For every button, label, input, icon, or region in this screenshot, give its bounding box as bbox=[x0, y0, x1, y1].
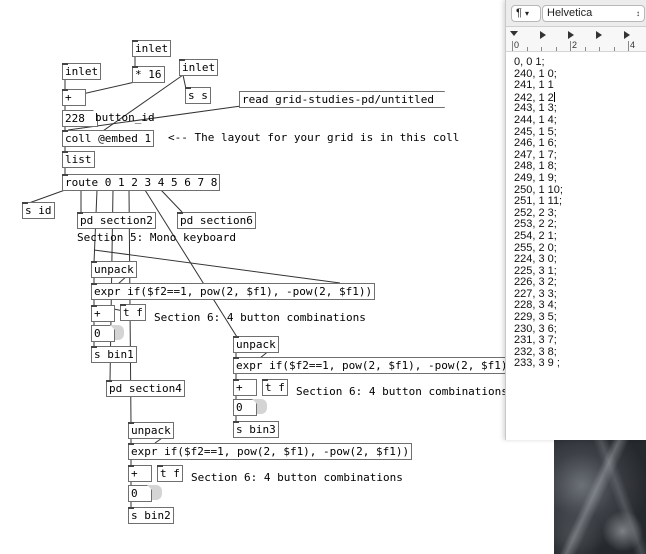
ruler-tick bbox=[512, 41, 513, 51]
unpack-object[interactable]: unpack bbox=[128, 422, 174, 439]
format-toolbar: ¶ ▾ Helvetica ↕ bbox=[506, 0, 646, 27]
route-object[interactable]: route 0 1 2 3 4 5 6 7 8 bbox=[62, 174, 221, 191]
text-document-body[interactable]: 0, 0 1; 240, 1 0; 241, 1 1 242, 1 2 243, 1 3… bbox=[514, 56, 563, 370]
inlet-object[interactable]: inlet bbox=[179, 59, 219, 76]
ruler-tick bbox=[541, 47, 542, 51]
text-line[interactable]: 233, 3 9 ; bbox=[514, 358, 563, 370]
ruler-tick bbox=[599, 47, 600, 51]
read-message[interactable]: read grid-studies-pd/untitled bbox=[239, 91, 445, 108]
unpack-object[interactable]: unpack bbox=[233, 336, 279, 353]
trigger-float-object[interactable]: t f bbox=[262, 379, 288, 396]
expr-object[interactable]: expr if($f2==1, pow(2, $f1), -pow(2, $f1… bbox=[233, 357, 518, 374]
pd-section2-object[interactable]: pd section2 bbox=[77, 212, 156, 229]
section6-comment: Section 6: 4 button combinations bbox=[154, 311, 366, 324]
paragraph-style-select[interactable]: ¶ ▾ bbox=[511, 5, 541, 22]
coll-object[interactable]: coll @embed 1 bbox=[62, 130, 155, 147]
ruler-number: 4 bbox=[630, 40, 636, 50]
inlet-object[interactable]: inlet bbox=[132, 40, 172, 57]
ruler-tick bbox=[556, 47, 557, 51]
desktop-background-image bbox=[554, 440, 646, 554]
trigger-float-object[interactable]: t f bbox=[157, 465, 183, 482]
expr-object[interactable]: expr if($f2==1, pow(2, $f1), -pow(2, $f1… bbox=[91, 283, 376, 300]
number-box[interactable]: 0 bbox=[91, 325, 115, 342]
ruler-tick bbox=[570, 41, 571, 51]
font-family-select[interactable]: Helvetica ↕ bbox=[542, 5, 645, 22]
number-box[interactable]: 228 bbox=[62, 110, 98, 127]
plus-object[interactable]: + bbox=[62, 89, 86, 106]
tab-stop-icon[interactable] bbox=[568, 31, 574, 39]
number-box[interactable]: 0 bbox=[233, 399, 257, 416]
section6-comment: Section 6: 4 button combinations bbox=[191, 471, 403, 484]
ruler-number: 0 bbox=[514, 40, 520, 50]
text-line[interactable]: 224, 3 0; bbox=[514, 253, 563, 266]
ruler-number: 2 bbox=[572, 40, 578, 50]
section5-comment: Section 5: Mono keyboard bbox=[77, 231, 236, 244]
multiply-16-object[interactable]: * 16 bbox=[132, 66, 165, 83]
text-line[interactable]: 251, 1 11; bbox=[514, 196, 563, 208]
button-id-label: button_id bbox=[95, 111, 155, 124]
tab-stop-icon[interactable] bbox=[540, 31, 546, 39]
ruler-tick bbox=[628, 41, 629, 51]
send-bin1-object[interactable]: s bin1 bbox=[91, 346, 137, 363]
text-line[interactable]: 241, 1 1 bbox=[514, 80, 563, 92]
inlet-object[interactable]: inlet bbox=[62, 63, 102, 80]
send-bin3-object[interactable]: s bin3 bbox=[233, 421, 279, 438]
unpack-object[interactable]: unpack bbox=[91, 261, 137, 278]
plus-object[interactable]: + bbox=[91, 305, 115, 322]
text-ruler[interactable]: 0 2 4 bbox=[506, 27, 646, 52]
text-line[interactable]: 254, 2 1; bbox=[514, 230, 563, 243]
updown-chevron-icon: ↕ bbox=[636, 9, 640, 18]
coll-comment: <-- The layout for your grid is in this … bbox=[168, 131, 460, 144]
trigger-float-object[interactable]: t f bbox=[120, 304, 146, 321]
text-line[interactable]: 229, 3 5; bbox=[514, 311, 563, 324]
text-line[interactable]: 0, 0 1; bbox=[514, 56, 563, 69]
indent-marker-icon[interactable] bbox=[510, 31, 518, 36]
pd-section6-object[interactable]: pd section6 bbox=[177, 212, 256, 229]
plus-object[interactable]: + bbox=[233, 379, 257, 396]
text-editor-window[interactable]: ¶ ▾ Helvetica ↕ 0 2 4 0, 0 1; 240, 1 0; 24… bbox=[505, 0, 646, 440]
send-id-object[interactable]: s id bbox=[22, 202, 55, 219]
tab-stop-icon[interactable] bbox=[596, 31, 602, 39]
chevron-down-icon: ▾ bbox=[524, 9, 529, 18]
text-caret bbox=[553, 91, 555, 102]
list-object[interactable]: list bbox=[62, 151, 95, 168]
number-box[interactable]: 0 bbox=[128, 485, 152, 502]
send-s-object[interactable]: s s bbox=[185, 87, 211, 104]
ruler-tick bbox=[527, 47, 528, 51]
text-line[interactable]: 249, 1 9; bbox=[514, 172, 563, 185]
section6-comment: Section 6: 4 button combinations bbox=[296, 385, 508, 398]
send-bin2-object[interactable]: s bin2 bbox=[128, 507, 174, 524]
tab-stop-icon[interactable] bbox=[624, 31, 630, 39]
text-line[interactable]: 244, 1 4; bbox=[514, 114, 563, 127]
text-line[interactable]: 246, 1 6; bbox=[514, 138, 563, 150]
paragraph-style-icon: ¶ bbox=[516, 7, 522, 19]
ruler-tick bbox=[585, 47, 586, 51]
font-family-label: Helvetica bbox=[547, 7, 593, 19]
ruler-tick bbox=[614, 47, 615, 51]
pd-section4-object[interactable]: pd section4 bbox=[106, 380, 185, 397]
plus-object[interactable]: + bbox=[128, 465, 152, 482]
expr-object[interactable]: expr if($f2==1, pow(2, $f1), -pow(2, $f1… bbox=[128, 443, 413, 460]
